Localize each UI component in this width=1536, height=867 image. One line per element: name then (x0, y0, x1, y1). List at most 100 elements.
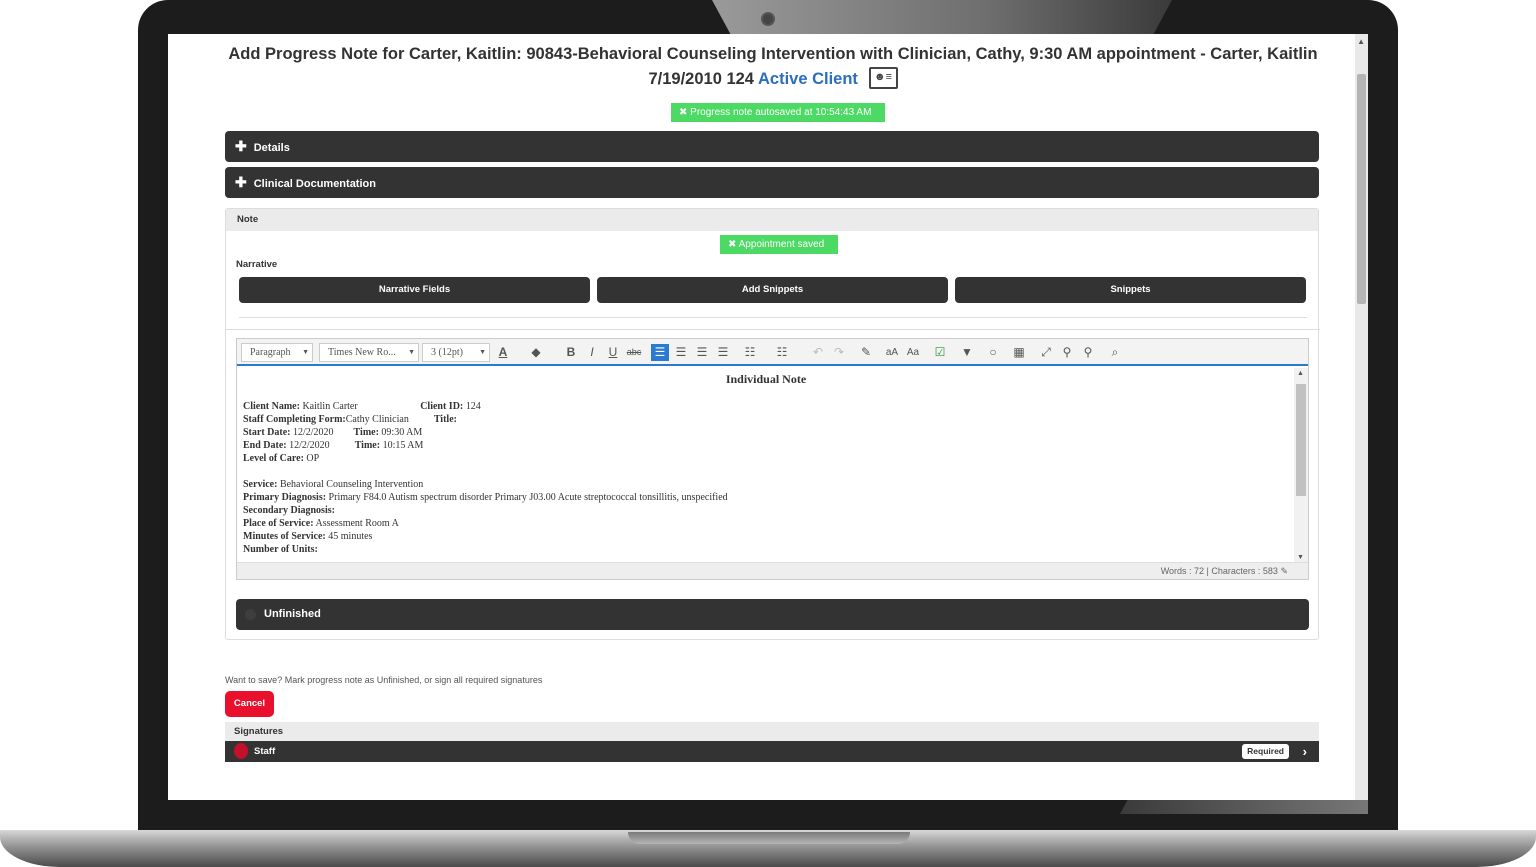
character-count: Characters : 583 (1211, 566, 1278, 576)
details-panel-header[interactable]: ✚ Details (225, 131, 1319, 162)
dropdown-field-icon[interactable]: ▼ (958, 344, 976, 361)
app-screen: ▲ Add Progress Note for Carter, Kaitlin:… (168, 34, 1368, 800)
rich-text-editor[interactable]: Paragraph ▼ Times New Ro... ▼ 3 (12pt) ▼ A … (236, 338, 1309, 580)
editor-toolbar: Paragraph ▼ Times New Ro... ▼ 3 (12pt) ▼ A … (237, 339, 1308, 366)
highlight-color-icon[interactable]: ◆ (527, 344, 545, 361)
client-dob-id: 7/19/2010 124 (648, 70, 754, 88)
format-select[interactable]: Paragraph ▼ (241, 343, 313, 362)
doc-row-level: Level of Care: OP (243, 453, 320, 464)
bezel-sheen (1120, 800, 1368, 814)
font-size-select[interactable]: 3 (12pt) ▼ (422, 343, 490, 362)
cancel-button[interactable]: Cancel (225, 691, 274, 717)
required-badge: Required (1242, 744, 1289, 759)
find-icon[interactable]: ⌕ (1106, 344, 1124, 361)
appointment-saved-text: Appointment saved (738, 239, 825, 250)
doc-gap (243, 465, 1289, 478)
zoom-in-icon[interactable]: ⚲ (1058, 344, 1076, 361)
capitalize-icon[interactable]: Aa (904, 344, 922, 361)
underline-icon[interactable]: U (604, 344, 622, 361)
editor-status-bar: Words : 72 | Characters : 583 ✎ (237, 562, 1308, 579)
snippets-button[interactable]: Snippets (955, 277, 1306, 303)
fingerprint-icon (234, 743, 248, 759)
staff-signature-label: Staff (254, 746, 276, 757)
details-label: Details (253, 142, 290, 154)
eraser-icon[interactable]: ✎ (1280, 566, 1288, 576)
autosave-text: Progress note autosaved at 10:54:43 AM (690, 107, 872, 118)
clinical-documentation-panel-header[interactable]: ✚ Clinical Documentation (225, 167, 1319, 198)
save-hint: Want to save? Mark progress note as Unfi… (225, 675, 543, 685)
chevron-right-icon[interactable]: › (1303, 741, 1307, 762)
align-center-icon[interactable]: ☰ (672, 344, 690, 361)
unfinished-label: Unfinished (264, 608, 321, 620)
italic-icon[interactable]: I (583, 344, 601, 361)
chevron-down-icon: ▼ (302, 348, 309, 356)
scroll-up-icon[interactable]: ▲ (1357, 37, 1365, 46)
font-size-value: 3 (12pt) (431, 347, 463, 358)
narrative-label: Narrative (236, 259, 278, 270)
chevron-down-icon: ▼ (408, 348, 415, 356)
font-value: Times New Ro... (328, 347, 396, 358)
fullscreen-icon[interactable]: ⤢ (1037, 344, 1055, 361)
lowercase-icon[interactable]: aA (883, 344, 901, 361)
table-icon[interactable]: ▦ (1010, 344, 1028, 361)
page-scroll-thumb[interactable] (1357, 74, 1366, 304)
bold-icon[interactable]: B (562, 344, 580, 361)
doc-row-units: Number of Units: (243, 544, 318, 555)
format-value: Paragraph (250, 347, 291, 358)
doc-row-client: Client Name: Kaitlin Carter Client ID: 1… (243, 401, 481, 412)
doc-row-service: Service: Behavioral Counseling Intervent… (243, 479, 424, 490)
note-section-title: Note (226, 209, 1318, 231)
bullet-list-icon[interactable]: ☷ (741, 344, 759, 361)
plus-icon: ✚ (235, 138, 247, 154)
page-scrollbar[interactable]: ▲ (1355, 34, 1368, 800)
add-snippets-button[interactable]: Add Snippets (597, 277, 948, 303)
narrative-fields-button[interactable]: Narrative Fields (239, 277, 590, 303)
doc-row-place: Place of Service: Assessment Room A (243, 518, 399, 529)
doc-row-secondary-dx: Secondary Diagnosis: (243, 505, 335, 516)
scroll-down-icon[interactable]: ▼ (1297, 554, 1304, 561)
divider (226, 329, 1320, 330)
editor-scroll-thumb[interactable] (1296, 384, 1306, 496)
eraser-icon[interactable]: ✎ (857, 344, 875, 361)
radio-icon[interactable]: ○ (984, 344, 1002, 361)
title-line-2: 7/19/2010 124 Active Client ☻≡ (218, 66, 1328, 92)
document-heading: Individual Note (725, 372, 807, 386)
align-left-icon[interactable]: ☰ (651, 344, 669, 361)
appointment-saved-toast: ✖ Appointment saved (720, 235, 838, 254)
scroll-up-icon[interactable]: ▲ (1297, 370, 1304, 377)
editor-document[interactable]: Individual Note Client Name: Kaitlin Car… (237, 366, 1295, 563)
clinical-label: Clinical Documentation (253, 178, 376, 190)
numbered-list-icon[interactable]: ☷ (773, 344, 791, 361)
id-card-icon[interactable]: ☻≡ (868, 66, 898, 89)
align-right-icon[interactable]: ☰ (693, 344, 711, 361)
note-panel: Note ✖ Appointment saved Narrative Narra… (225, 208, 1320, 640)
undo-icon[interactable]: ↶ (809, 344, 827, 361)
doc-row-primary-dx: Primary Diagnosis: Primary F84.0 Autism … (243, 492, 728, 503)
camera-icon (761, 12, 775, 26)
staff-signature-row[interactable]: Staff Required › (225, 741, 1319, 762)
chevron-down-icon: ▼ (479, 348, 486, 356)
font-color-icon[interactable]: A (494, 344, 512, 361)
zoom-out-icon[interactable]: ⚲ (1079, 344, 1097, 361)
word-count: Words : 72 (1160, 566, 1205, 576)
align-justify-icon[interactable]: ☰ (714, 344, 732, 361)
toggle-dot-icon (245, 609, 256, 620)
doc-row-minutes: Minutes of Service: 45 minutes (243, 531, 373, 542)
doc-row-staff: Staff Completing Form:Cathy Clinician Ti… (243, 414, 457, 425)
doc-row-end: End Date: 12/2/2020 Time: 10:15 AM (243, 440, 424, 451)
lid-sheen (712, 0, 1172, 34)
client-status: Active Client (757, 70, 858, 88)
font-select[interactable]: Times New Ro... ▼ (319, 343, 419, 362)
checkbox-icon[interactable]: ☑ (931, 344, 949, 361)
page-title: Add Progress Note for Carter, Kaitlin: 9… (218, 42, 1328, 92)
strikethrough-icon[interactable]: abc (625, 344, 643, 361)
editor-scrollbar[interactable]: ▲ ▼ (1294, 368, 1308, 563)
autosave-toast: ✖ Progress note autosaved at 10:54:43 AM (671, 103, 885, 122)
plus-icon: ✚ (235, 174, 247, 190)
unfinished-toggle[interactable]: Unfinished (236, 599, 1309, 630)
doc-row-start: Start Date: 12/2/2020 Time: 09:30 AM (243, 427, 423, 438)
redo-icon[interactable]: ↷ (830, 344, 848, 361)
laptop-notch (628, 832, 910, 844)
signatures-title: Signatures (225, 722, 1319, 741)
divider (239, 317, 1307, 318)
